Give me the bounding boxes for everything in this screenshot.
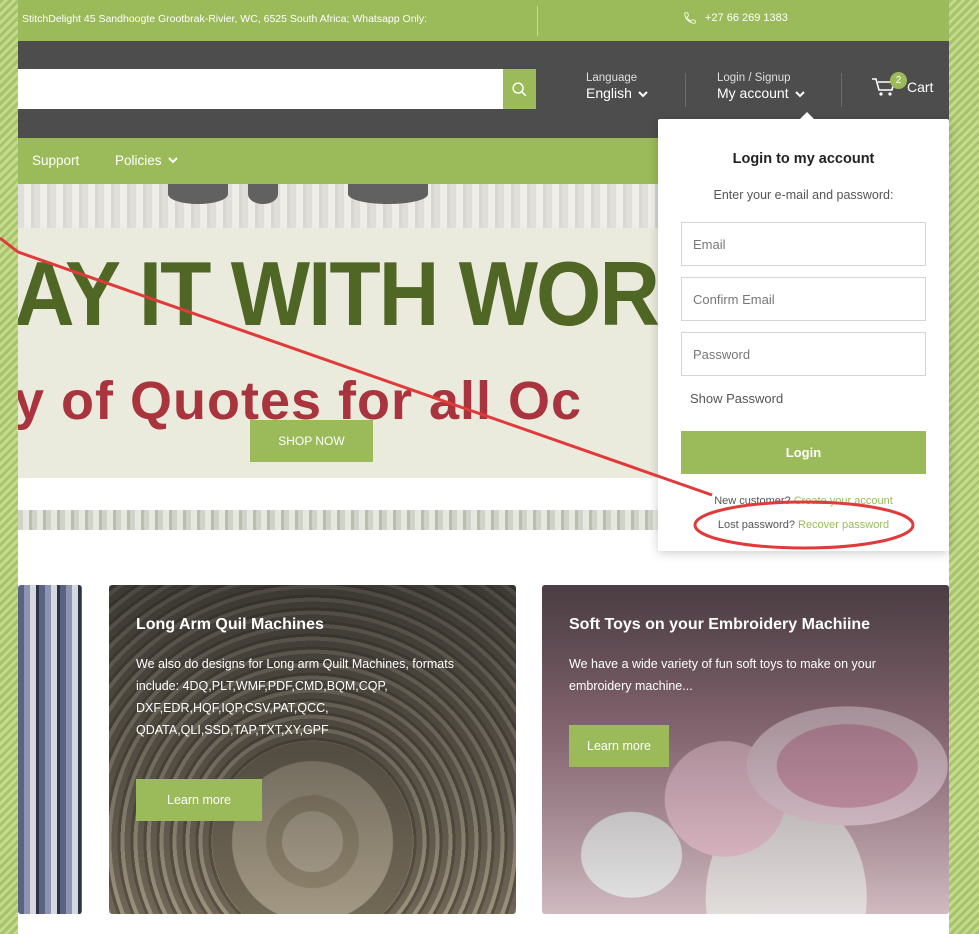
lost-password-line: Lost password? Recover password (658, 519, 949, 531)
decorative-frame-left (0, 0, 18, 934)
card-description: We have a wide variety of fun soft toys … (569, 657, 876, 693)
nav-item-policies[interactable]: Policies (115, 153, 178, 168)
email-field[interactable] (681, 222, 926, 266)
dropdown-caret (800, 112, 814, 119)
shop-now-button[interactable]: SHOP NOW (250, 420, 373, 462)
lost-password-text: Lost password? (717, 519, 795, 531)
store-address: StitchDelight 45 Sandhoogte Grootbrak-Ri… (22, 13, 428, 25)
login-button[interactable]: Login (681, 431, 926, 474)
search-icon (512, 81, 527, 96)
login-dropdown: Login to my account Enter your e-mail an… (658, 112, 949, 551)
password-field[interactable] (681, 332, 926, 376)
card-title: Soft Toys on your Embroidery Machiine (569, 616, 871, 633)
login-title: Login to my account (732, 151, 875, 167)
card-title: Long Arm Quil Machines (136, 616, 324, 633)
nav-support-label: Support (32, 153, 80, 168)
search-bar (18, 69, 536, 109)
cart-count-badge: 2 (890, 72, 907, 89)
cart-label: Cart (907, 79, 934, 95)
login-subtitle: Enter your e-mail and password: (713, 188, 894, 202)
language-label: Language (586, 72, 638, 84)
recover-password-link[interactable]: Recover password (798, 519, 889, 531)
collection-card-partial[interactable] (18, 585, 82, 914)
login-signup-label: Login / Signup (717, 72, 791, 84)
learn-more-button[interactable]: Learn more (136, 779, 262, 821)
language-selector[interactable]: Language English (586, 71, 648, 103)
new-customer-line: New customer? Create your account (658, 495, 949, 507)
header-separator (685, 73, 686, 107)
my-account-label: My account (717, 85, 789, 102)
chevron-down-icon (794, 90, 805, 98)
announcement-bar: StitchDelight 45 Sandhoogte Grootbrak-Ri… (18, 0, 949, 41)
topbar-divider (537, 6, 538, 36)
card-description: We also do designs for Long arm Quilt Ma… (136, 657, 454, 737)
cart-button[interactable]: 2 Cart (871, 72, 934, 98)
decorative-frame-right (949, 0, 979, 934)
phone-link[interactable]: +27 66 269 1383 (683, 11, 788, 25)
language-value: English (586, 85, 632, 102)
account-menu[interactable]: Login / Signup My account (717, 71, 805, 103)
nav-policies-label: Policies (115, 153, 162, 168)
chevron-down-icon (638, 90, 648, 98)
collection-card-long-arm[interactable]: Long Arm Quil Machines We also do design… (109, 585, 516, 914)
nav-item-support[interactable]: Support (32, 153, 79, 168)
collection-card-soft-toys[interactable]: Soft Toys on your Embroidery Machiine We… (542, 585, 949, 914)
phone-number: +27 66 269 1383 (705, 12, 788, 24)
search-input[interactable] (18, 69, 503, 109)
phone-icon (684, 12, 696, 24)
learn-more-button[interactable]: Learn more (569, 725, 669, 767)
search-button[interactable] (503, 69, 536, 109)
show-password-toggle[interactable]: Show Password (690, 391, 783, 406)
collection-cards: Long Arm Quil Machines We also do design… (18, 585, 949, 915)
new-customer-text: New customer? (714, 495, 791, 507)
chevron-down-icon (167, 157, 178, 164)
confirm-email-field[interactable] (681, 277, 926, 321)
create-account-link[interactable]: Create your account (794, 495, 893, 507)
header-separator (841, 73, 842, 107)
